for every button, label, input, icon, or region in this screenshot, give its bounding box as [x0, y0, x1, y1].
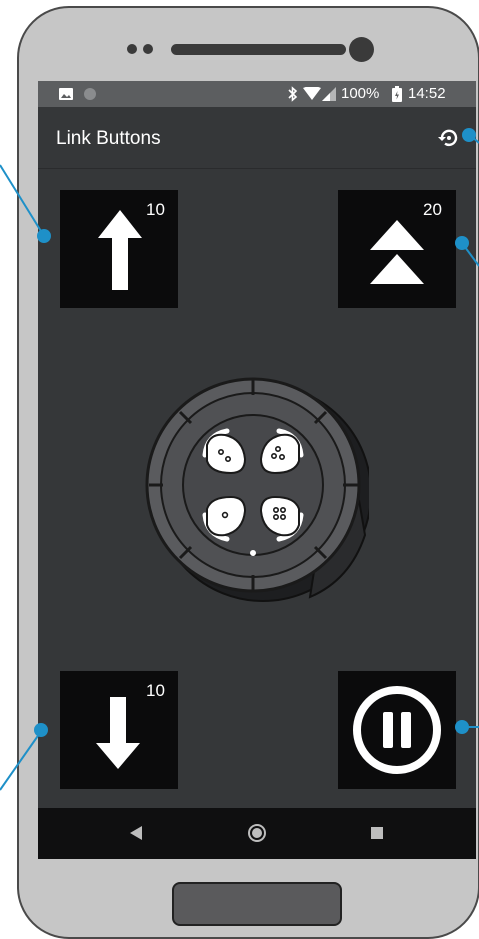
callout-dot-up [37, 229, 51, 243]
callout-dots [34, 128, 476, 737]
callout-lines [0, 128, 479, 791]
callout-dot-double-up [455, 236, 469, 250]
callout-dot-pause [455, 720, 469, 734]
callout-dot-restore [462, 128, 476, 142]
callout-dot-down [34, 723, 48, 737]
